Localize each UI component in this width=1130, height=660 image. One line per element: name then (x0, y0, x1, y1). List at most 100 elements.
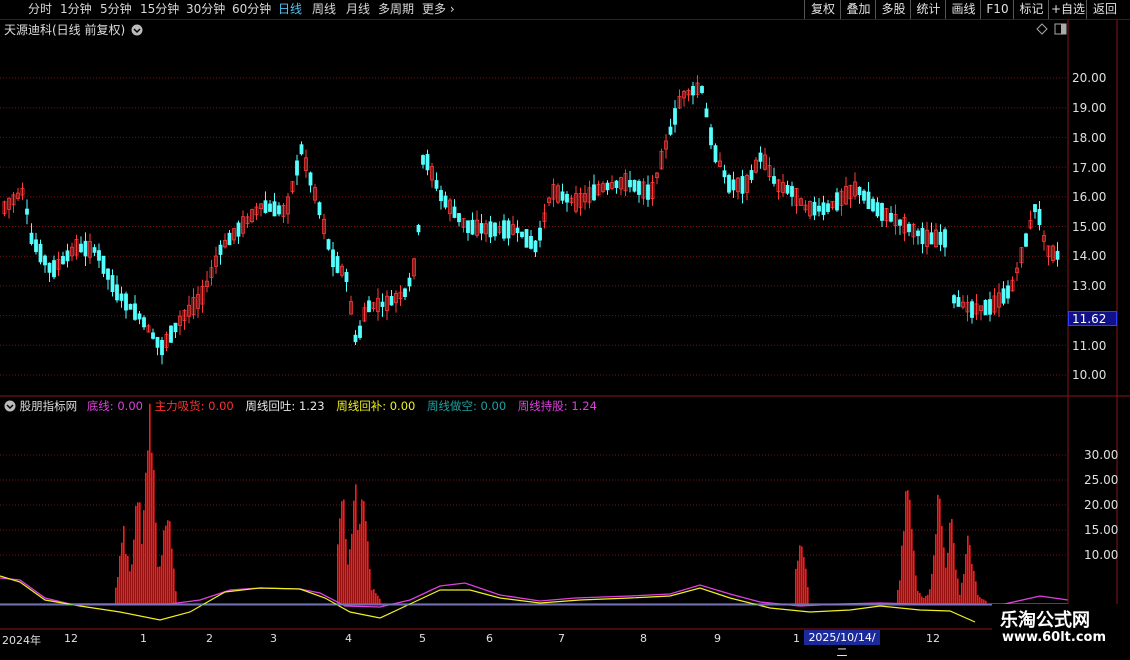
indicator-bar (807, 586, 809, 604)
indicator-bar (983, 599, 985, 604)
indicator-bar (117, 576, 119, 604)
indicator-bar (135, 505, 137, 604)
indicator-bar (133, 539, 135, 604)
indicator-bar (907, 490, 909, 604)
indicator-bar (957, 578, 959, 604)
candle-body (272, 201, 277, 217)
candle-body (124, 293, 128, 311)
candle-body (115, 284, 119, 301)
candle-body (43, 255, 47, 266)
indicator-bar (933, 555, 935, 604)
candle-body (29, 232, 34, 244)
indicator-header: 股朋指标网 底线: 0.00 主力吸货: 0.00 周线回吐: 1.23 周线回… (4, 398, 605, 414)
candle-body (632, 179, 637, 192)
indicator-bar (131, 564, 133, 604)
indicator-bar (897, 590, 899, 604)
candle-body (151, 332, 155, 339)
indicator-bar (165, 525, 167, 604)
diamond-icon[interactable] (1036, 23, 1048, 35)
candle-body (907, 223, 911, 233)
y-tick-label: 17.00 (1072, 161, 1107, 175)
indicator-bar (175, 591, 177, 604)
indicator-bar (337, 544, 339, 604)
candle-body (938, 231, 943, 245)
kline-chart[interactable] (0, 0, 1130, 650)
indicator-bar (149, 403, 151, 604)
candle-body (1001, 288, 1006, 304)
x-axis-label: 12 (926, 632, 940, 645)
indicator-bar (953, 542, 955, 604)
candle-body (335, 256, 340, 273)
chevron-down-icon[interactable] (4, 400, 16, 412)
candle-body (263, 200, 268, 213)
indicator-value-accumulate: 主力吸货: 0.00 (154, 399, 234, 413)
candle-body (101, 255, 106, 274)
y-tick-label: 13.00 (1072, 279, 1107, 293)
indicator-bar (899, 580, 901, 604)
y-tick-label: 18.00 (1072, 131, 1107, 145)
chart-grid (0, 77, 1068, 556)
x-axis-label: 7 (558, 632, 565, 645)
candle-body (173, 322, 178, 333)
candle-body (434, 180, 439, 189)
candle-body (493, 222, 497, 237)
candle-body (700, 86, 704, 93)
candle-body (857, 186, 862, 196)
indicator-bar (921, 596, 923, 604)
indicator-y-tick: 10.00 (1084, 548, 1119, 562)
indicator-bar (367, 541, 369, 604)
indicator-bar (945, 567, 947, 604)
indicator-bar (929, 589, 931, 604)
main-chart-title[interactable]: 天源迪科(日线 前复权) (4, 21, 143, 38)
x-axis-label: 2 (206, 632, 213, 645)
indicator-bar (123, 525, 125, 604)
candle-body (38, 243, 43, 263)
candle-body (538, 227, 542, 241)
indicator-bar (941, 525, 943, 604)
indicator-bar (137, 502, 139, 604)
indicator-bar (949, 522, 951, 604)
indicator-bar (977, 594, 979, 604)
indicator-bar (163, 530, 165, 604)
chevron-down-icon[interactable] (131, 24, 143, 36)
candle-body (722, 170, 727, 178)
candle-body (470, 219, 475, 235)
indicator-bar (371, 590, 373, 604)
indicator-y-tick: 20.00 (1084, 498, 1119, 512)
candle-body (488, 221, 493, 238)
candle-body (137, 313, 142, 320)
candle-body (277, 205, 281, 215)
indicator-bar (353, 500, 355, 604)
candle-body (119, 293, 124, 301)
candle-body (439, 190, 443, 202)
indicator-bar (157, 566, 159, 604)
candle-body (133, 303, 137, 320)
indicator-bar (363, 501, 365, 604)
indicator-bar (925, 595, 927, 604)
watermark: 乐淘公式网 www.60lt.com (992, 604, 1130, 650)
candle-body (560, 191, 565, 201)
panel-toggle-icon[interactable] (1054, 23, 1067, 35)
candle-body (128, 303, 133, 310)
indicator-bar (979, 597, 981, 604)
candle-body (106, 268, 110, 280)
candle-body (479, 223, 484, 234)
indicator-bar (917, 590, 919, 604)
candle-body (52, 260, 56, 278)
x-axis-label: 3 (270, 632, 277, 645)
candle-body (533, 240, 538, 253)
candle-body (943, 229, 947, 248)
indicator-bar (923, 597, 925, 604)
candle-body (812, 201, 817, 216)
indicator-bar (803, 557, 805, 604)
watermark-name: 乐淘公式网 (1000, 610, 1090, 631)
candle-body (295, 160, 299, 176)
candle-body (758, 152, 763, 162)
indicator-bar (119, 555, 121, 604)
indicator-bar (975, 581, 977, 604)
indicator-name[interactable]: 股朋指标网 (20, 399, 78, 413)
crosshair-date-badge: 2025/10/14/二 (804, 630, 880, 659)
candle-body (299, 144, 304, 155)
candle-body (691, 85, 695, 96)
indicator-bar (927, 594, 929, 604)
